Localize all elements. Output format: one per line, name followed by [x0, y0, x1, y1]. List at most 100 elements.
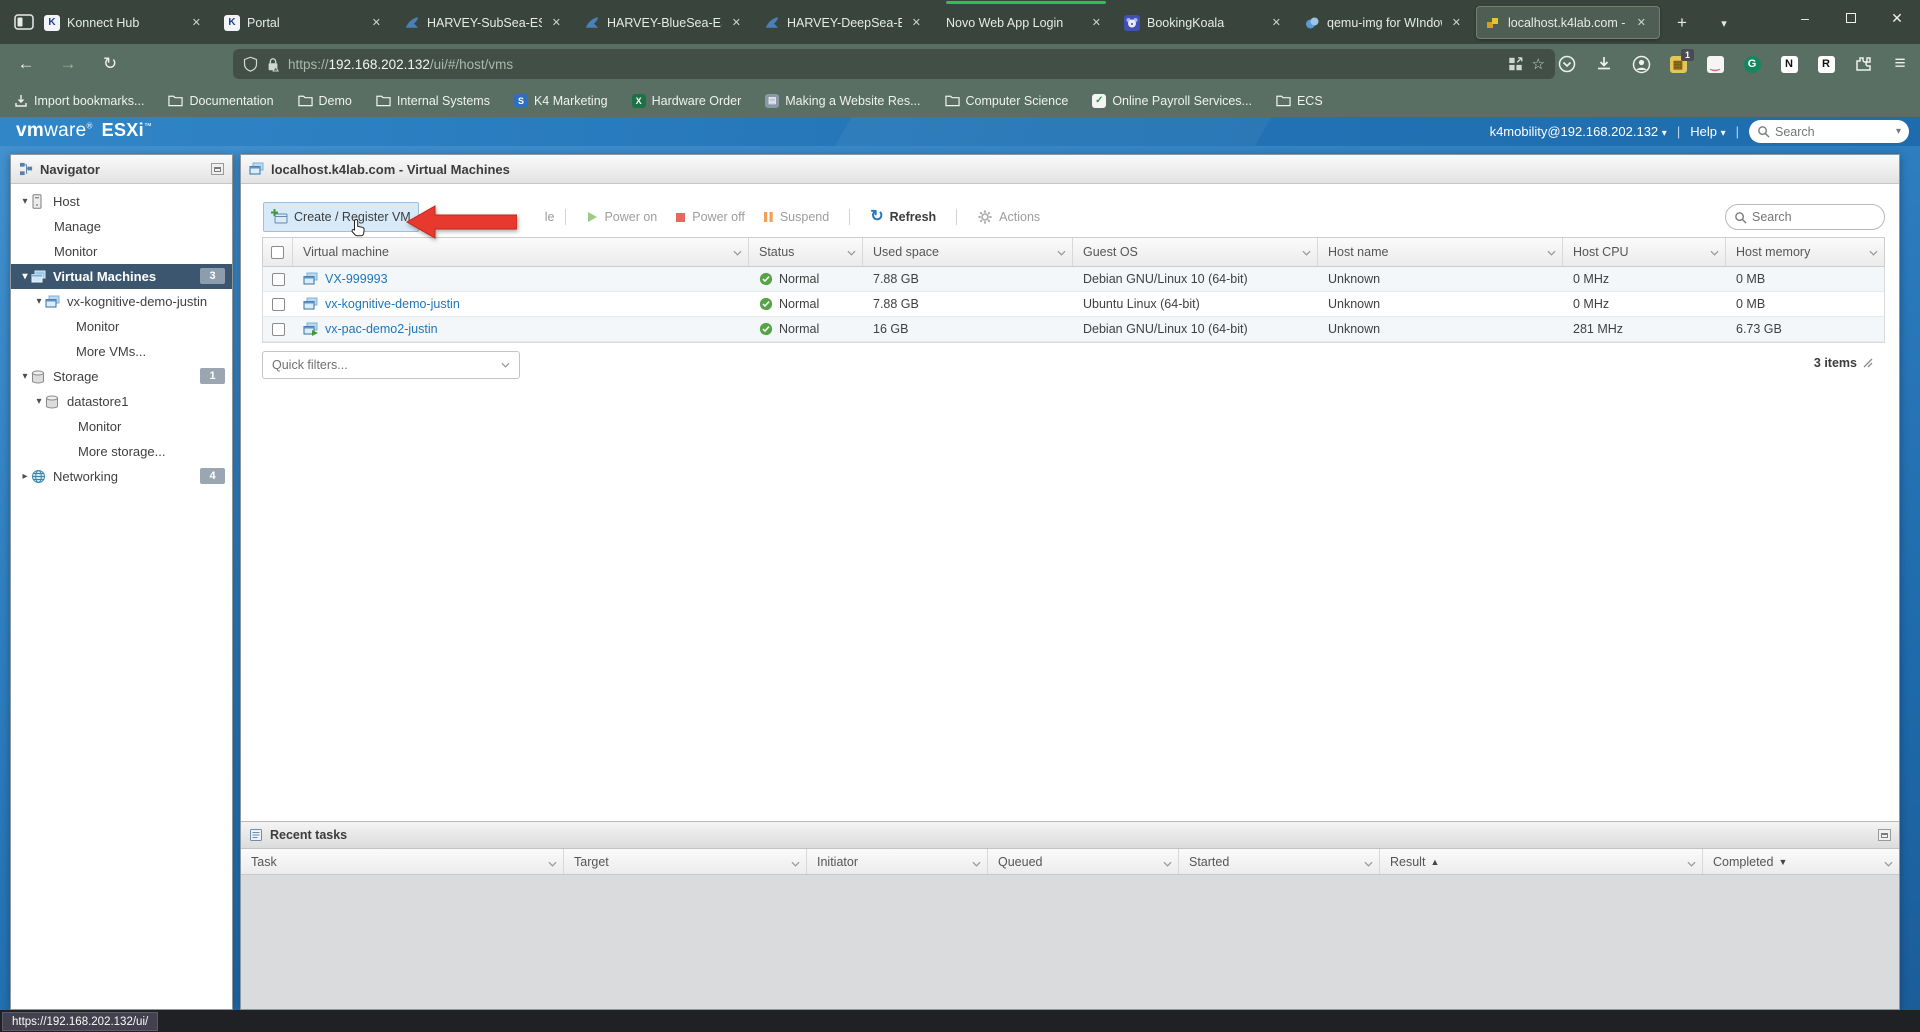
rt-column-started[interactable]: Started [1179, 849, 1380, 874]
browser-tab-qemu-img[interactable]: qemu-img for WIndow ✕ [1296, 6, 1474, 39]
column-header-guest-os[interactable]: Guest OS [1073, 238, 1318, 266]
tab-close-icon[interactable]: ✕ [547, 14, 566, 31]
column-header-host-cpu[interactable]: Host CPU [1563, 238, 1726, 266]
nav-item-more-storage[interactable]: More storage... [11, 439, 232, 464]
caret-down-icon[interactable]: ▾ [33, 396, 45, 407]
help-menu[interactable]: Help ▾ [1690, 124, 1725, 139]
tab-close-icon[interactable]: ✕ [1087, 14, 1106, 31]
refresh-button[interactable]: ↻ Refresh [870, 210, 936, 224]
bookmark-online-payroll[interactable]: ✓Online Payroll Services... [1092, 94, 1252, 108]
global-search-box[interactable]: ▾ [1749, 120, 1909, 143]
page-actions-icon[interactable] [1507, 56, 1524, 72]
caret-down-icon[interactable]: ▾ [33, 296, 45, 307]
recent-tasks-header[interactable]: Recent tasks [241, 821, 1899, 849]
create-register-vm-button[interactable]: Create / Register VM [263, 202, 419, 232]
nav-item-networking[interactable]: ▸ Networking 4 [11, 464, 232, 489]
vm-search-box[interactable] [1725, 204, 1885, 230]
browser-tab-harvey-subsea[interactable]: HARVEY-SubSea-ES147 ✕ [396, 6, 574, 39]
navigator-collapse-button[interactable] [211, 163, 224, 175]
bookmark-k4-marketing[interactable]: SK4 Marketing [514, 94, 608, 108]
bookmark-folder-internal-systems[interactable]: Internal Systems [376, 94, 490, 108]
bookmark-import[interactable]: Import bookmarks... [14, 94, 144, 108]
column-menu-icon[interactable] [1302, 250, 1311, 256]
column-header-used-space[interactable]: Used space [863, 238, 1073, 266]
menu-hamburger-icon[interactable]: ≡ [1890, 54, 1910, 74]
tab-close-icon[interactable]: ✕ [1447, 14, 1466, 31]
suspend-button[interactable]: Suspend [763, 210, 829, 224]
nav-item-storage-monitor[interactable]: Monitor [11, 414, 232, 439]
actions-button[interactable]: Actions [977, 209, 1040, 225]
shield-icon[interactable] [243, 56, 258, 72]
new-tab-button[interactable]: + [1668, 10, 1696, 36]
bookmark-hardware-order[interactable]: XHardware Order [632, 94, 742, 108]
browser-tab-harvey-bluesea[interactable]: HARVEY-BlueSea-ES12 ✕ [576, 6, 754, 39]
extension-r-icon[interactable]: R [1816, 54, 1836, 74]
caret-right-icon[interactable]: ▸ [19, 471, 31, 482]
column-menu-icon[interactable] [1710, 250, 1719, 256]
extension-avatar-icon[interactable]: ‿ [1705, 54, 1725, 74]
browser-tab-novo-login[interactable]: Novo Web App Login ✕ [936, 6, 1114, 39]
rt-column-initiator[interactable]: Initiator [807, 849, 988, 874]
column-header-virtual-machine[interactable]: Virtual machine [293, 238, 749, 266]
rt-column-task[interactable]: Task [241, 849, 564, 874]
lock-warning-icon[interactable] [266, 57, 280, 72]
tab-close-icon[interactable]: ✕ [1632, 14, 1651, 31]
browser-tab-konnect-hub[interactable]: K Konnect Hub ✕ [36, 6, 214, 39]
caret-down-icon[interactable]: ▾ [19, 371, 31, 382]
vm-row-vx-999993[interactable]: VX-999993 Normal 7.88 GB Debian GNU/Linu… [263, 267, 1884, 292]
tab-close-icon[interactable]: ✕ [907, 14, 926, 31]
column-menu-icon[interactable] [1884, 861, 1893, 867]
nav-item-datastore1[interactable]: ▾ datastore1 [11, 389, 232, 414]
column-menu-icon[interactable] [1163, 861, 1172, 867]
nav-item-vm-monitor[interactable]: Monitor [11, 314, 232, 339]
extension-notes-icon[interactable]: ▦ 1 [1668, 54, 1688, 74]
bookmark-star-icon[interactable]: ☆ [1532, 55, 1545, 73]
bookmark-folder-ecs[interactable]: ECS [1276, 94, 1323, 108]
bookmark-folder-demo[interactable]: Demo [298, 94, 352, 108]
column-header-host-memory[interactable]: Host memory [1726, 238, 1884, 266]
column-menu-icon[interactable] [791, 861, 800, 867]
browser-tab-portal[interactable]: K Portal ✕ [216, 6, 394, 39]
column-menu-icon[interactable] [972, 861, 981, 867]
vm-search-input[interactable] [1752, 210, 1876, 224]
column-header-host-name[interactable]: Host name [1318, 238, 1563, 266]
rt-column-result[interactable]: Result▲ [1380, 849, 1703, 874]
column-menu-icon[interactable] [1547, 250, 1556, 256]
column-menu-icon[interactable] [733, 250, 742, 256]
column-menu-icon[interactable] [1364, 861, 1373, 867]
forward-button[interactable]: → [56, 52, 80, 76]
bookmark-making-website[interactable]: ▤Making a Website Res... [765, 94, 920, 108]
row-checkbox[interactable] [263, 317, 293, 341]
rt-column-queued[interactable]: Queued [988, 849, 1179, 874]
column-menu-icon[interactable] [847, 250, 856, 256]
account-icon[interactable] [1631, 54, 1651, 74]
vm-name-link[interactable]: vx-pac-demo2-justin [325, 322, 438, 336]
nav-item-more-vms[interactable]: More VMs... [11, 339, 232, 364]
row-checkbox[interactable] [263, 267, 293, 291]
browser-tab-bookingkoala[interactable]: BookingKoala ✕ [1116, 6, 1294, 39]
column-menu-icon[interactable] [1687, 861, 1696, 867]
column-menu-icon[interactable] [1869, 250, 1878, 256]
vm-row-vx-pac-demo2[interactable]: vx-pac-demo2-justin Normal 16 GB Debian … [263, 317, 1884, 342]
select-all-checkbox[interactable] [263, 238, 293, 266]
bookmark-folder-documentation[interactable]: Documentation [168, 94, 273, 108]
global-search-input[interactable] [1775, 125, 1891, 139]
tab-list-dropdown[interactable]: ▾ [1710, 10, 1738, 36]
caret-down-icon[interactable]: ▾ [19, 196, 31, 207]
quick-filters-dropdown[interactable]: Quick filters... [262, 351, 520, 379]
caret-down-icon[interactable]: ▾ [19, 271, 31, 282]
back-button[interactable]: ← [14, 52, 38, 76]
nav-item-storage[interactable]: ▾ Storage 1 [11, 364, 232, 389]
window-restore-button[interactable] [1828, 0, 1874, 36]
extensions-puzzle-icon[interactable] [1853, 54, 1873, 74]
nav-item-virtual-machines[interactable]: ▾ Virtual Machines 3 [11, 264, 232, 289]
column-header-status[interactable]: Status [749, 238, 863, 266]
nav-item-host[interactable]: ▾ Host [11, 189, 232, 214]
rt-column-completed[interactable]: Completed▼ [1703, 849, 1899, 874]
downloads-icon[interactable] [1594, 54, 1614, 74]
nav-item-vx-kognitive[interactable]: ▾ vx-kognitive-demo-justin [11, 289, 232, 314]
firefox-view-button[interactable] [12, 11, 36, 33]
power-on-button[interactable]: Power on [586, 210, 657, 224]
window-close-button[interactable]: ✕ [1874, 0, 1920, 36]
column-menu-icon[interactable] [1057, 250, 1066, 256]
